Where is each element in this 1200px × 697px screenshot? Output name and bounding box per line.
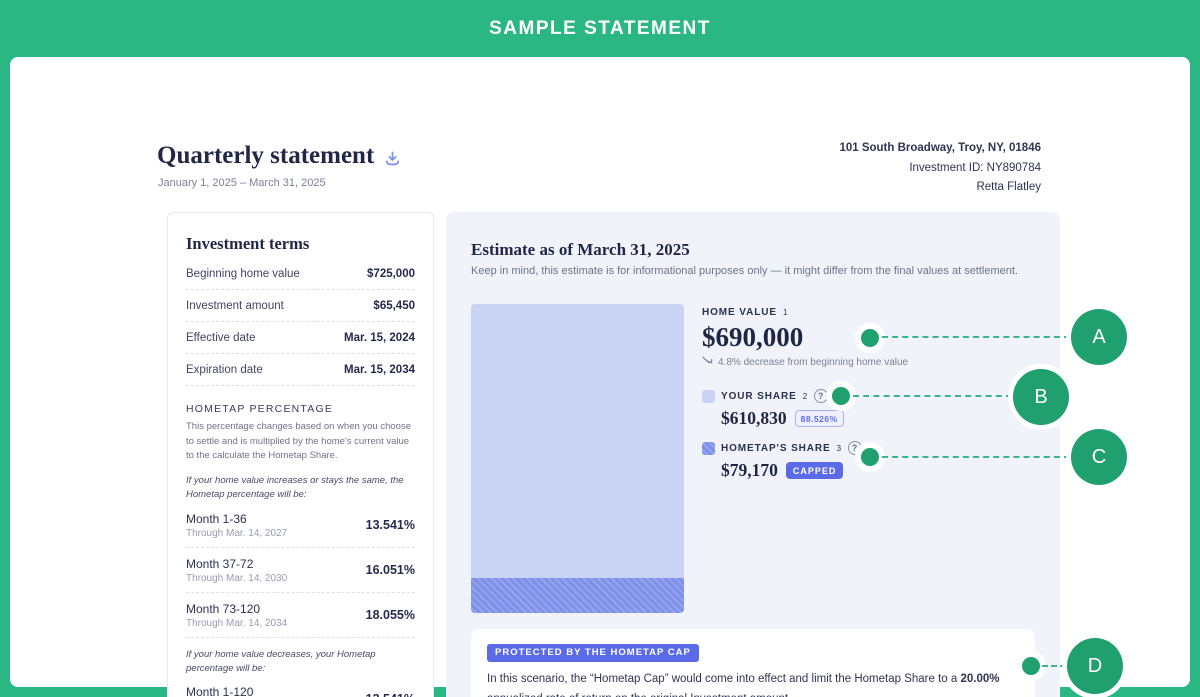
percentage-row: Month 1-36 Through Mar. 14, 2027 13.541% — [186, 503, 415, 548]
estimate-disclaimer: Keep in mind, this estimate is for infor… — [471, 265, 1036, 277]
callout-dot-c — [861, 448, 879, 466]
term-row: Effective date Mar. 15, 2024 — [186, 322, 415, 354]
term-row: Beginning home value $725,000 — [186, 258, 415, 290]
cap-text-before: In this scenario, the “Hometap Cap” woul… — [487, 673, 960, 685]
term-row: Investment amount $65,450 — [186, 290, 415, 322]
term-label: Effective date — [186, 332, 255, 344]
trend-down-icon — [702, 356, 714, 368]
month-through: Through Mar. 14, 2027 — [186, 528, 287, 539]
callout-line-d — [1042, 665, 1066, 667]
your-share-label: YOUR SHARE — [721, 391, 797, 402]
percentage-value: 13.541% — [366, 518, 415, 532]
month-range: Month 1-36 — [186, 512, 287, 526]
month-range: Month 73-120 — [186, 602, 287, 616]
callout-dot-b — [832, 387, 850, 405]
term-label: Investment amount — [186, 300, 284, 312]
bar-hometap-share — [471, 578, 684, 613]
home-value-change: 4.8% decrease from beginning home value — [702, 356, 1042, 368]
callout-line-a — [882, 336, 1070, 338]
cap-rate: 20.00% — [960, 673, 999, 685]
footnote-1: 1 — [783, 308, 788, 317]
cap-badge: PROTECTED BY THE HOMETAP CAP — [487, 644, 699, 662]
callout-dot-d — [1022, 657, 1040, 675]
callout-circle-d: D — [1067, 638, 1123, 694]
page-title: Quarterly statement — [157, 142, 401, 170]
hometap-share-label: HOMETAP'S SHARE — [721, 443, 831, 454]
investment-terms-card: Investment terms Beginning home value $7… — [167, 212, 434, 697]
increase-note: If your home value increases or stays th… — [186, 474, 415, 503]
month-range: Month 37-72 — [186, 557, 287, 571]
your-share-percent-badge: 88.526% — [795, 410, 844, 427]
home-value-label: HOME VALUE — [702, 307, 777, 318]
percentage-value: 18.055% — [366, 608, 415, 622]
statement-page: Quarterly statement January 1, 2025 – Ma… — [10, 57, 1190, 687]
percentage-row: Month 37-72 Through Mar. 14, 2030 16.051… — [186, 548, 415, 593]
callout-line-b — [853, 395, 1012, 397]
banner-title: SAMPLE STATEMENT — [489, 18, 711, 40]
statement-period: January 1, 2025 – March 31, 2025 — [158, 177, 326, 189]
property-address: 101 South Broadway, Troy, NY, 01846 — [839, 139, 1041, 159]
percentage-value: 13.541% — [366, 692, 415, 697]
term-value: $65,450 — [373, 300, 415, 312]
term-label: Beginning home value — [186, 268, 300, 280]
investment-id: Investment ID: NY890784 — [839, 159, 1041, 179]
home-value-change-text: 4.8% decrease from beginning home value — [718, 357, 908, 368]
percentage-row: Month 73-120 Through Mar. 14, 2034 18.05… — [186, 593, 415, 638]
hometap-share-swatch — [702, 442, 715, 455]
term-value: Mar. 15, 2034 — [344, 364, 415, 376]
cap-text-after: annualized rate of return on the origina… — [487, 693, 791, 697]
investment-terms-title: Investment terms — [186, 234, 415, 254]
callout-circle-b: B — [1013, 369, 1069, 425]
estimate-panel: Estimate as of March 31, 2025 Keep in mi… — [446, 212, 1060, 697]
footnote-3: 3 — [837, 444, 842, 453]
decrease-note: If your home value decreases, your Homet… — [186, 648, 415, 677]
download-icon[interactable] — [384, 150, 401, 167]
month-range: Month 1-120 — [186, 685, 287, 697]
callout-circle-c: C — [1071, 429, 1127, 485]
your-share-swatch — [702, 390, 715, 403]
term-value: Mar. 15, 2024 — [344, 332, 415, 344]
estimate-title: Estimate as of March 31, 2025 — [471, 240, 690, 260]
capped-badge: CAPPED — [786, 462, 844, 479]
home-value-label-row: HOME VALUE 1 — [702, 307, 1042, 318]
your-share-amount: $610,830 — [721, 408, 787, 429]
page-title-text: Quarterly statement — [157, 142, 374, 170]
callout-dot-a — [861, 329, 879, 347]
callout-line-c — [882, 456, 1070, 458]
hometap-percentage-description: This percentage changes based on when yo… — [186, 420, 415, 464]
footnote-2: 2 — [803, 392, 808, 401]
sample-statement-banner: SAMPLE STATEMENT — [0, 0, 1200, 57]
cap-description: In this scenario, the “Hometap Cap” woul… — [487, 669, 1019, 697]
hometap-share-value-row: $79,170 CAPPED — [721, 460, 1042, 481]
month-through: Through Mar. 14, 2034 — [186, 618, 287, 629]
home-value-bar-chart — [471, 304, 684, 613]
term-label: Expiration date — [186, 364, 263, 376]
customer-name: Retta Flatley — [839, 178, 1041, 198]
your-share-value-row: $610,830 88.526% — [721, 408, 1042, 429]
callout-circle-a: A — [1071, 309, 1127, 365]
hometap-percentage-title: HOMETAP PERCENTAGE — [186, 403, 415, 415]
hometap-share-help-icon[interactable]: ? — [848, 441, 862, 455]
percentage-value: 16.051% — [366, 563, 415, 577]
term-row: Expiration date Mar. 15, 2034 — [186, 354, 415, 386]
hometap-share-amount: $79,170 — [721, 460, 778, 481]
term-value: $725,000 — [367, 268, 415, 280]
your-share-help-icon[interactable]: ? — [814, 389, 828, 403]
account-info: 101 South Broadway, Troy, NY, 01846 Inve… — [839, 139, 1041, 198]
bar-your-share — [471, 304, 684, 578]
hometap-cap-box: PROTECTED BY THE HOMETAP CAP In this sce… — [471, 629, 1035, 697]
month-through: Through Mar. 14, 2030 — [186, 573, 287, 584]
percentage-row: Month 1-120 Through Mar. 14, 2034 13.541… — [186, 676, 415, 697]
